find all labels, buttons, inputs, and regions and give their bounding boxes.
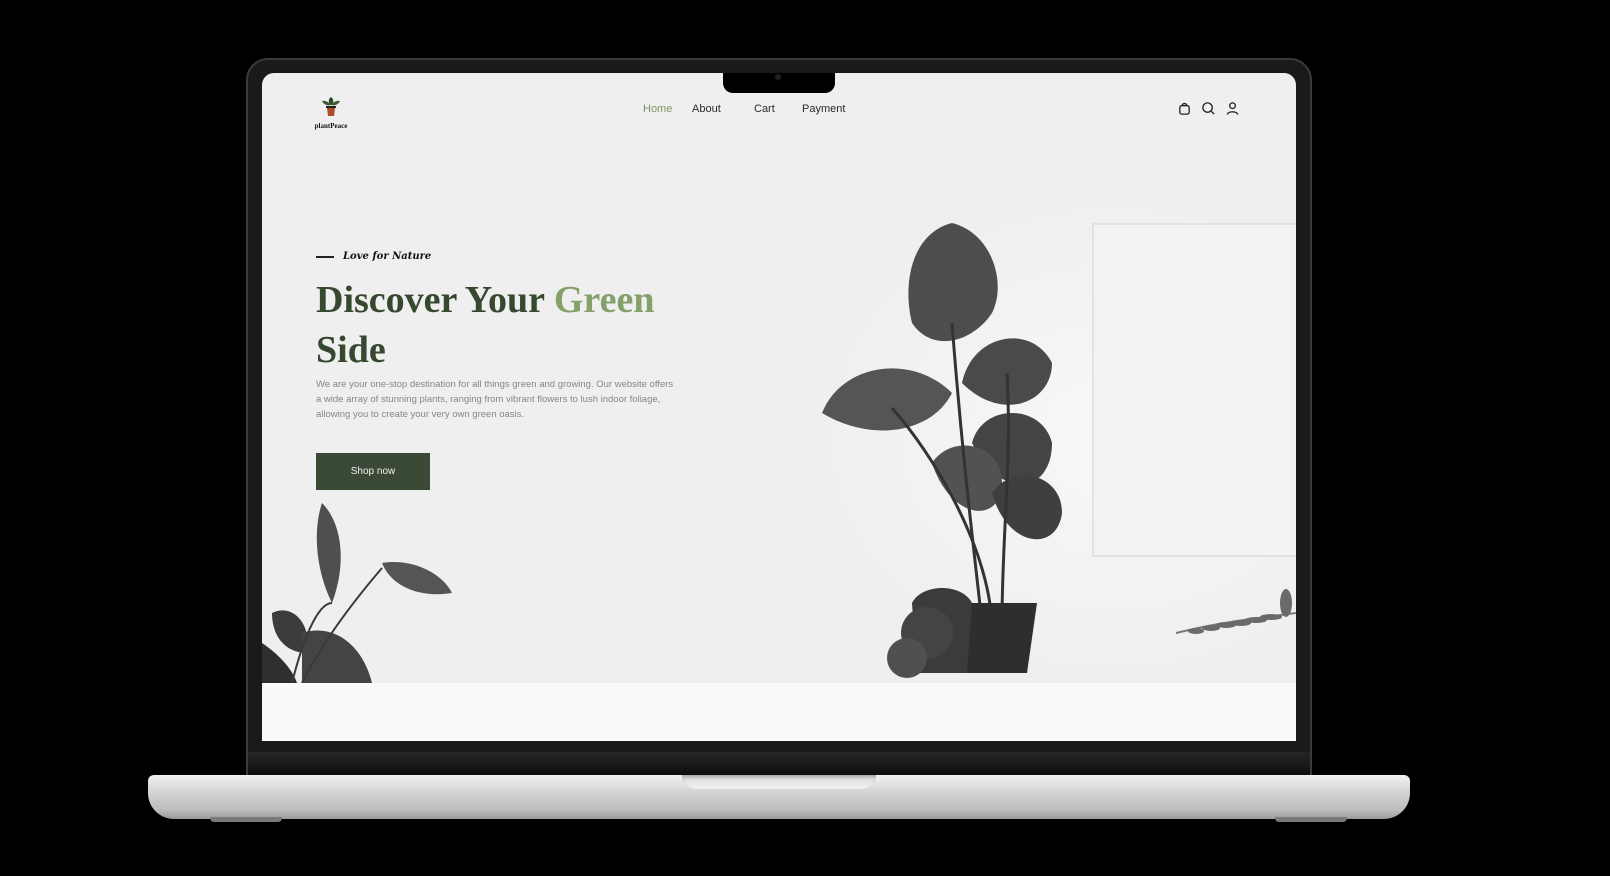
brand-name: plantPeace [314,122,348,130]
potted-plant-logo-icon [322,97,340,116]
user-icon[interactable] [1225,101,1240,116]
tagline-dash [316,255,334,258]
monstera-plant-image [822,223,1062,678]
tagline-text: Love for Nature [343,251,432,262]
nav-home[interactable]: Home [643,103,672,115]
shop-now-button[interactable]: Shop now [316,453,430,490]
brand-logo[interactable]: plantPeace [314,93,348,130]
hero-title-part2: Side [316,329,386,371]
laptop-base-notch [682,775,876,789]
search-icon[interactable] [1201,101,1216,116]
header-icons [1177,101,1240,116]
hero-title: Discover Your Green Side [316,275,736,375]
laptop-chin [248,752,1310,777]
hero-title-part1: Discover Your [316,279,554,321]
nav-about[interactable]: About [692,103,721,115]
hero-description: We are your one-stop destination for all… [316,379,674,420]
nav-cart[interactable]: Cart [754,103,775,115]
fern-plant-image [1176,589,1296,634]
next-section-strip [262,683,1296,741]
laptop-screen: plantPeace Home About Cart Payment Love … [262,73,1296,741]
nav-payment[interactable]: Payment [802,103,845,115]
bird-of-paradise-plant-image [262,503,452,683]
laptop-foot-left [210,817,282,822]
laptop-foot-right [1275,817,1347,822]
camera-icon [775,74,781,80]
wall-frame-image [1092,223,1296,557]
hero-tagline: Love for Nature [316,251,431,262]
bag-icon[interactable] [1177,101,1192,116]
hero-title-highlight: Green [553,279,655,321]
